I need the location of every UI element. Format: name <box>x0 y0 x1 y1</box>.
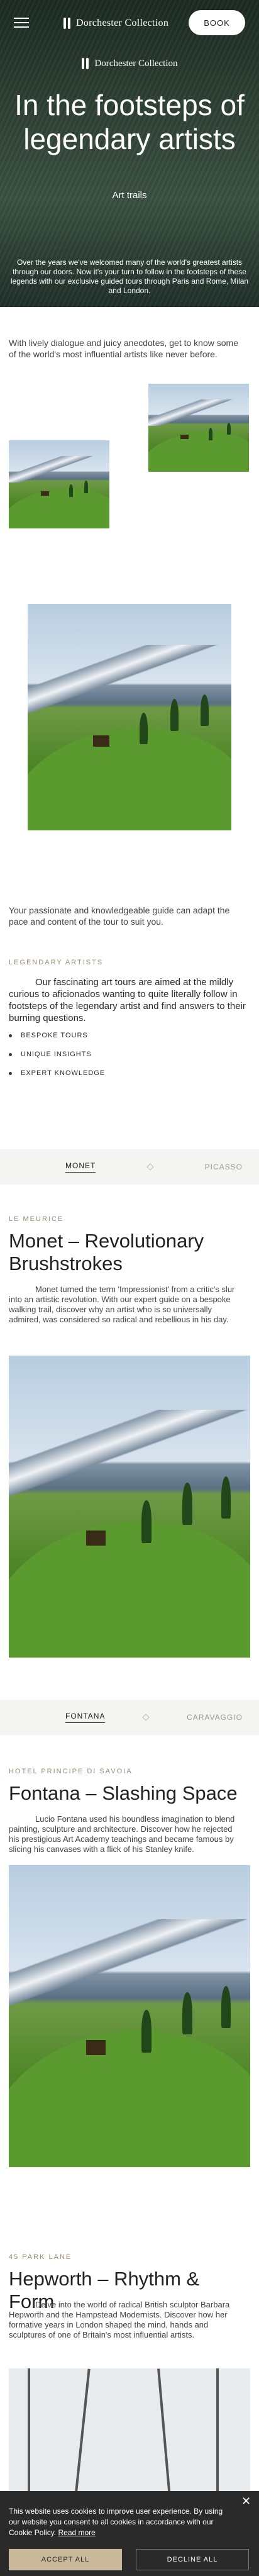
intro-text: With lively dialogue and juicy anecdotes… <box>9 338 238 359</box>
book-button[interactable]: BOOK <box>189 10 245 35</box>
page-subtitle: Art trails <box>112 190 147 201</box>
cookie-message: This website uses cookies to improve use… <box>9 2507 223 2537</box>
hero-description: Over the years we've welcomed many of th… <box>10 258 249 295</box>
feature-label: UNIQUE INSIGHTS <box>21 1051 92 1058</box>
landscape-image <box>9 440 109 528</box>
artist-tabs: FONTANA CARAVAGGIO <box>0 1700 259 1735</box>
feature-label: BESPOKE TOURS <box>21 1032 88 1039</box>
landscape-image <box>9 1865 250 2167</box>
diamond-icon <box>142 1714 150 1721</box>
tab-caravaggio[interactable]: CARAVAGGIO <box>187 1713 243 1722</box>
feature-item: BESPOKE TOURS <box>9 1032 88 1039</box>
section-text: Monet turned the term 'Impressionist' fr… <box>9 1285 235 1324</box>
section-title: Fontana – Slashing Space <box>9 1782 238 1804</box>
cookie-banner: ✕ This website uses cookies to improve u… <box>0 2491 259 2576</box>
bullet-icon <box>9 1034 12 1037</box>
feature-item: UNIQUE INSIGHTS <box>9 1051 92 1058</box>
accept-all-button[interactable]: ACCEPT ALL <box>9 2549 122 2570</box>
section-kicker: LEGENDARY ARTISTS <box>9 959 104 966</box>
bullet-icon <box>9 1052 12 1056</box>
hero-section: Dorchester Collection BOOK Dorchester Co… <box>0 0 259 307</box>
landscape-image <box>148 384 249 472</box>
cookie-text: This website uses cookies to improve use… <box>9 2506 235 2538</box>
section-kicker: 45 PARK LANE <box>9 2253 72 2261</box>
hamburger-icon[interactable] <box>14 18 29 29</box>
decline-all-button[interactable]: DECLINE ALL <box>136 2549 249 2570</box>
artist-tabs: MONET PICASSO <box>0 1149 259 1185</box>
section-kicker: HOTEL PRINCIPE DI SAVOIA <box>9 1768 133 1775</box>
brand-logo[interactable]: Dorchester Collection <box>63 14 168 33</box>
diamond-icon <box>146 1163 154 1171</box>
landscape-image <box>9 1356 250 1658</box>
page-title: In the footsteps of legendary artists <box>14 89 245 155</box>
logo-mark-icon <box>63 18 72 29</box>
feature-item: EXPERT KNOWLEDGE <box>9 1069 105 1077</box>
brand-name: Dorchester Collection <box>76 18 169 28</box>
hero-brand-name: Dorchester Collection <box>94 58 178 69</box>
site-header: Dorchester Collection BOOK <box>0 0 259 47</box>
read-more-link[interactable]: Read more <box>58 2528 95 2537</box>
bullet-icon <box>9 1071 12 1075</box>
close-icon[interactable]: ✕ <box>241 2495 251 2508</box>
feature-label: EXPERT KNOWLEDGE <box>21 1069 106 1077</box>
tab-fontana[interactable]: FONTANA <box>65 1712 106 1723</box>
landscape-image <box>28 604 231 830</box>
section-text: Lucio Fontana used his boundless imagina… <box>9 1814 235 1854</box>
legendary-text: Our fascinating art tours are aimed at t… <box>9 977 246 1023</box>
section-text: Delve into the world of radical British … <box>9 2300 230 2339</box>
hero-logo: Dorchester Collection <box>0 58 259 69</box>
section-title: Monet – Revolutionary Brushstrokes <box>9 1230 204 1274</box>
section-kicker: LE MEURICE <box>9 1215 64 1223</box>
logo-mark-icon <box>81 58 90 69</box>
guide-text: Your passionate and knowledgeable guide … <box>9 905 230 927</box>
tab-picasso[interactable]: PICASSO <box>205 1163 243 1171</box>
tab-monet[interactable]: MONET <box>65 1161 96 1173</box>
